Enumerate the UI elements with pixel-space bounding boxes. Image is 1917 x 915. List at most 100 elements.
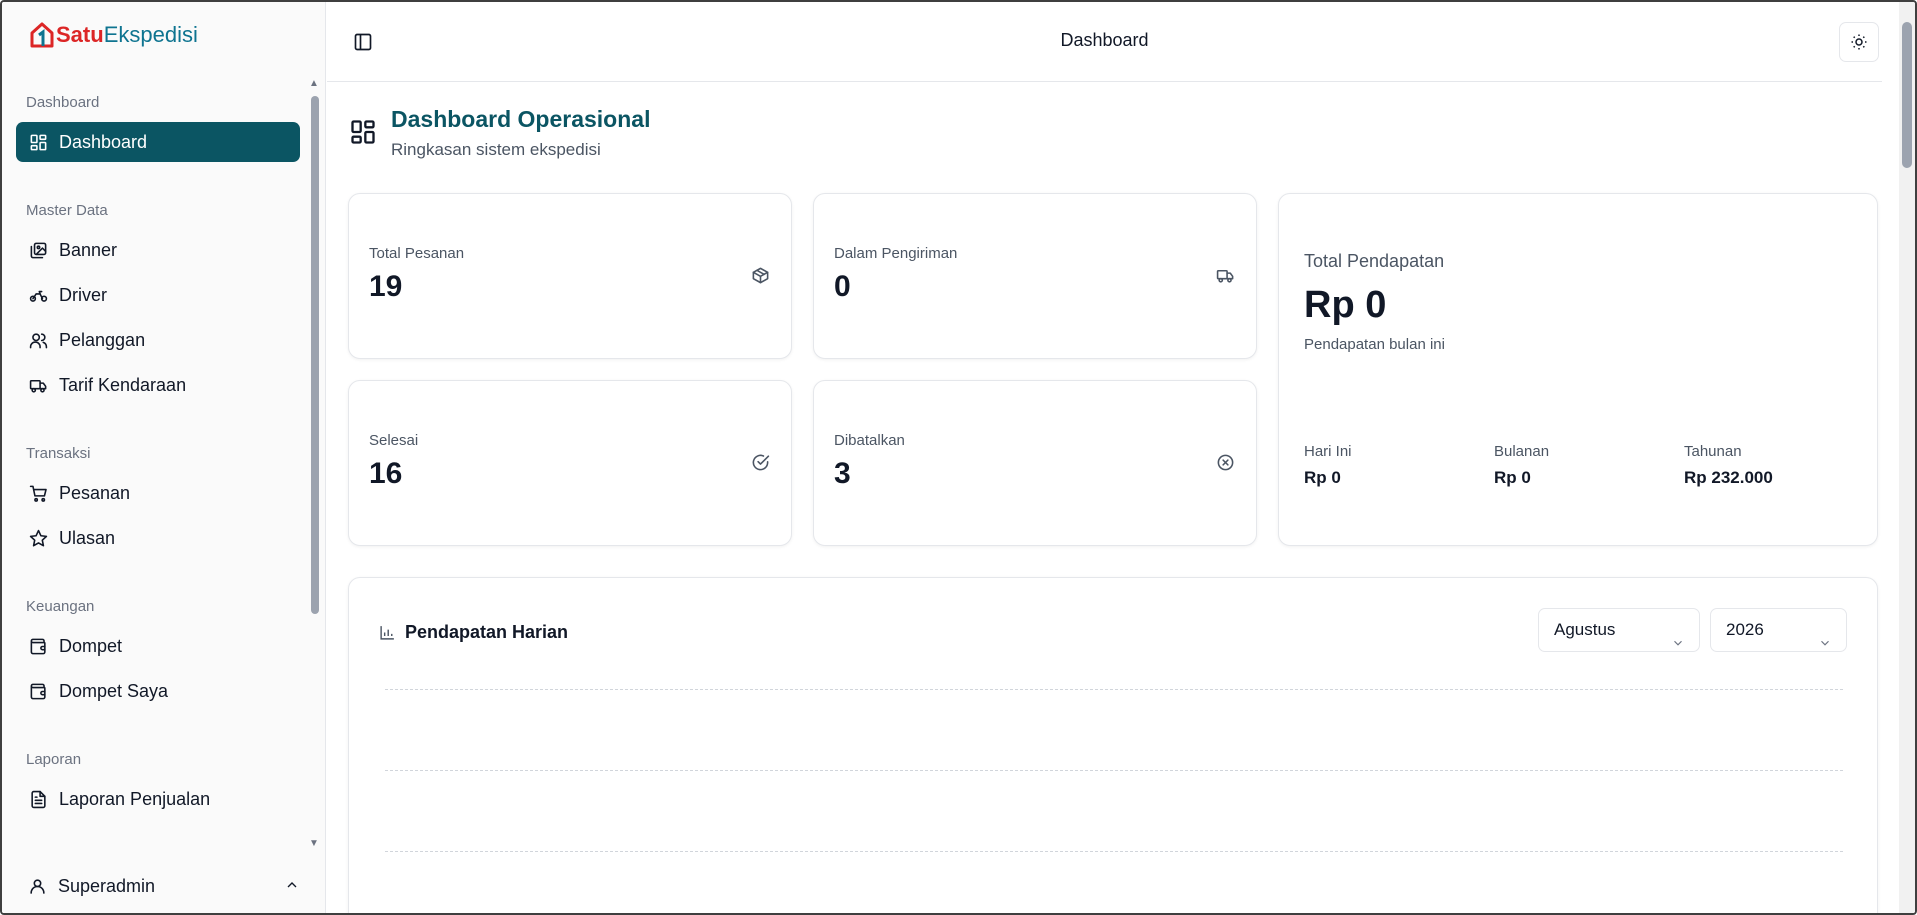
- month-select[interactable]: Agustus: [1538, 608, 1700, 652]
- stat-value: 16: [369, 457, 403, 490]
- sidebar-item-dompet-saya[interactable]: Dompet Saya: [16, 671, 300, 711]
- page-subtitle: Ringkasan sistem ekspedisi: [391, 140, 601, 159]
- users-icon: [28, 330, 48, 350]
- sun-icon: [1851, 34, 1867, 50]
- stat-card-dibatalkan: Dibatalkan 3: [813, 380, 1257, 546]
- topbar: Dashboard: [327, 2, 1882, 82]
- year-select[interactable]: 2026: [1710, 608, 1847, 652]
- sidebar-item-tarif-kendaraan[interactable]: Tarif Kendaraan: [16, 365, 300, 405]
- check-circle-icon: [751, 453, 771, 473]
- cart-icon: [28, 483, 48, 503]
- file-text-icon: [28, 789, 48, 809]
- group-label-transaksi: Transaksi: [26, 445, 91, 462]
- sidebar-item-banner[interactable]: Banner: [16, 230, 300, 270]
- logo-icon: [30, 22, 54, 48]
- sidebar-item-label: Driver: [59, 284, 107, 305]
- sidebar-item-pesanan[interactable]: Pesanan: [16, 473, 300, 513]
- motorbike-icon: [28, 285, 48, 305]
- sidebar-item-label: Laporan Penjualan: [59, 788, 211, 809]
- chart-gridline: [385, 689, 1843, 690]
- truck-icon: [1216, 266, 1236, 286]
- topbar-title: Dashboard: [1060, 30, 1149, 50]
- stat-card-selesai: Selesai 16: [348, 380, 792, 546]
- chevron-down-icon: [1818, 624, 1832, 646]
- main-scrollbar[interactable]: [1899, 2, 1915, 913]
- layout-grid-icon: [349, 118, 377, 146]
- sidebar-item-label: Dompet: [59, 635, 123, 656]
- user-icon: [30, 878, 45, 894]
- sidebar-item-laporan-penjualan[interactable]: Laporan Penjualan: [16, 779, 300, 819]
- stat-value: 0: [834, 270, 851, 303]
- x-circle-icon: [1216, 453, 1236, 473]
- package-icon: [751, 266, 771, 286]
- stat-value: 19: [369, 270, 403, 303]
- sidebar-scrollbar[interactable]: ▲ ▼: [308, 78, 320, 850]
- sidebar: Satu Ekspedisi Dashboard Dashboard Master…: [2, 2, 326, 913]
- main-scroll-thumb[interactable]: [1902, 22, 1912, 168]
- group-label-keuangan: Keuangan: [26, 598, 95, 615]
- stat-value: 3: [834, 457, 851, 490]
- stat-card-total-pesanan: Total Pesanan 19: [348, 193, 792, 359]
- group-label-master-data: Master Data: [26, 202, 108, 219]
- sidebar-scroll-thumb[interactable]: [311, 96, 319, 614]
- logo-text-satu: Satu: [56, 22, 104, 47]
- revenue-monthly-label: Bulanan: [1494, 443, 1550, 460]
- revenue-yearly-value: Rp 232.000: [1684, 468, 1773, 487]
- sidebar-item-label: Dashboard: [59, 131, 148, 152]
- page-title: Dashboard Operasional: [391, 106, 651, 132]
- chevron-up-icon: [287, 882, 297, 888]
- main-content: Dashboard Dashboard Operasional Ringkasa…: [327, 2, 1915, 913]
- revenue-today-value: Rp 0: [1304, 468, 1341, 487]
- star-icon: [28, 528, 48, 548]
- revenue-monthly: Bulanan Rp 0: [1494, 443, 1549, 488]
- sidebar-item-label: Ulasan: [59, 527, 116, 548]
- app-window: Satu Ekspedisi Dashboard Dashboard Master…: [0, 0, 1917, 915]
- stat-label: Dalam Pengiriman: [834, 245, 958, 262]
- sidebar-item-dashboard[interactable]: Dashboard: [16, 122, 300, 162]
- scroll-up-arrow[interactable]: ▲: [309, 78, 319, 89]
- sidebar-item-ulasan[interactable]: Ulasan: [16, 518, 300, 558]
- sidebar-item-label: Pesanan: [59, 482, 131, 503]
- year-select-value: 2026: [1726, 620, 1764, 639]
- sidebar-item-dompet[interactable]: Dompet: [16, 626, 300, 666]
- revenue-card: Total Pendapatan Rp 0 Pendapatan bulan i…: [1278, 193, 1878, 546]
- revenue-yearly: Tahunan Rp 232.000: [1684, 443, 1773, 488]
- logo-text-ekspedisi: Ekspedisi: [103, 22, 198, 47]
- daily-revenue-chart-card: Pendapatan Harian Agustus 2026: [348, 577, 1878, 913]
- revenue-hint: Pendapatan bulan ini: [1304, 336, 1445, 353]
- user-menu[interactable]: Superadmin: [16, 868, 312, 904]
- sidebar-item-pelanggan[interactable]: Pelanggan: [16, 320, 300, 360]
- stat-label: Selesai: [369, 432, 419, 449]
- wallet-icon: [28, 681, 48, 701]
- revenue-yearly-label: Tahunan: [1684, 443, 1742, 460]
- sidebar-item-label: Tarif Kendaraan: [59, 374, 187, 395]
- revenue-value: Rp 0: [1304, 284, 1387, 326]
- sidebar-item-driver[interactable]: Driver: [16, 275, 300, 315]
- scroll-down-arrow[interactable]: ▼: [309, 838, 319, 849]
- layout-grid-icon: [28, 132, 48, 152]
- sidebar-item-label: Pelanggan: [59, 329, 146, 350]
- chevron-down-icon: [1671, 624, 1685, 646]
- truck-icon: [28, 375, 48, 395]
- stat-label: Dibatalkan: [834, 432, 905, 449]
- stat-label: Total Pesanan: [369, 245, 465, 262]
- user-name: Superadmin: [58, 875, 156, 896]
- chart-gridline: [385, 851, 1843, 852]
- month-select-value: Agustus: [1554, 620, 1616, 639]
- sidebar-item-label: Banner: [59, 239, 118, 260]
- sidebar-item-label: Dompet Saya: [59, 680, 169, 701]
- revenue-today-label: Hari Ini: [1304, 443, 1352, 460]
- brand-logo[interactable]: Satu Ekspedisi: [30, 22, 198, 48]
- wallet-icon: [28, 636, 48, 656]
- group-label-dashboard: Dashboard: [26, 94, 100, 111]
- group-label-laporan: Laporan: [26, 751, 82, 768]
- image-icon: [28, 240, 48, 260]
- chart-title: Pendapatan Harian: [405, 622, 569, 642]
- chart-gridline: [385, 770, 1843, 771]
- sidebar-nav: Dashboard Dashboard Master Data Banner D…: [2, 82, 314, 852]
- revenue-label: Total Pendapatan: [1304, 251, 1445, 271]
- revenue-monthly-value: Rp 0: [1494, 468, 1531, 487]
- revenue-today: Hari Ini Rp 0: [1304, 443, 1352, 488]
- theme-toggle-button[interactable]: [1839, 22, 1879, 62]
- bar-chart-icon: [379, 624, 397, 642]
